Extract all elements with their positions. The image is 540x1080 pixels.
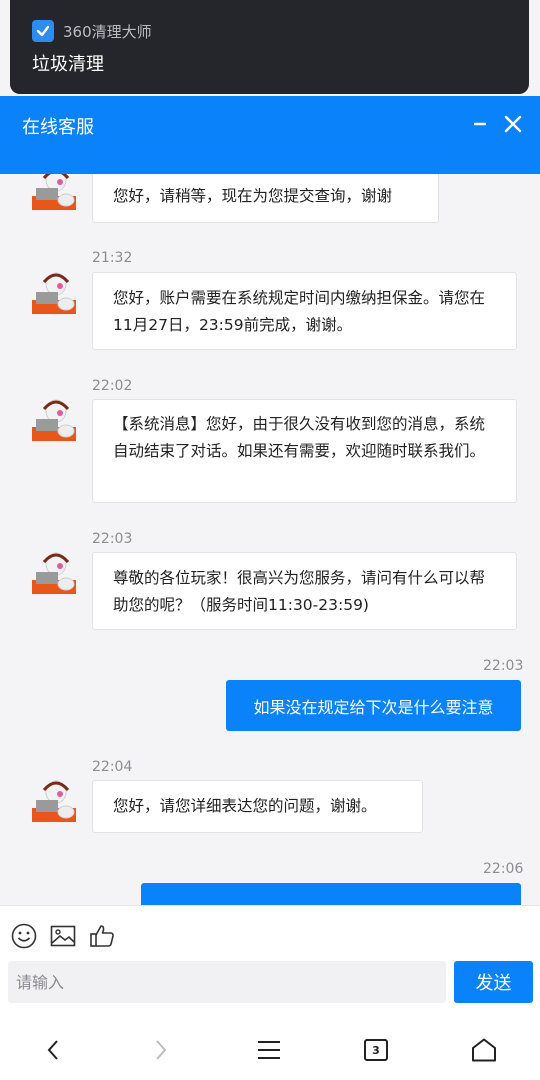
message-bubble: 尊敬的各位玩家！很高兴为您服务，请问有什么可以帮助您的呢？（服务时间11:30-… [92,552,517,630]
message-input[interactable] [8,961,446,1003]
notification-app-name: 360清理大师 [63,22,152,41]
tabs-icon: 3 [364,1039,388,1061]
notification-banner[interactable]: 360清理大师 垃圾清理 [10,0,529,94]
notification-title: 垃圾清理 [32,54,104,75]
message-time: 22:03 [92,531,133,547]
chat-header: 在线客服 [0,96,540,174]
menu-button[interactable] [252,1033,286,1067]
agent-avatar [32,174,76,210]
back-button[interactable] [37,1033,71,1067]
home-icon [472,1038,496,1062]
tabs-button[interactable]: 3 [359,1033,393,1067]
minimize-button[interactable] [466,110,494,138]
message-bubble-outgoing: 如果没在规定给下次是什么要注意 [226,680,521,731]
forward-button[interactable] [143,1033,177,1067]
emoji-icon[interactable] [10,922,38,950]
message-bubble: 您好，请您详细表达您的问题，谢谢。 [92,780,423,833]
close-button[interactable] [499,110,527,138]
message-bubble: 您好，请稍等，现在为您提交查询，谢谢 [92,174,439,223]
message-time: 22:03 [483,658,524,674]
message-bubble-outgoing [141,883,521,905]
close-icon [504,115,522,133]
message-time: 21:32 [92,250,133,266]
agent-avatar [32,780,76,822]
notification-app-row: 360清理大师 [32,20,152,42]
message-time: 22:04 [92,759,133,775]
chat-messages[interactable]: 您好，请稍等，现在为您提交查询，谢谢 21:32 您好，账户需要在系统规定时间内… [0,174,540,905]
tab-count: 3 [372,1043,380,1057]
message-time: 22:02 [92,378,133,394]
menu-icon [258,1041,280,1059]
agent-avatar [32,399,76,441]
home-button[interactable] [467,1033,501,1067]
send-button[interactable]: 发送 [454,961,533,1003]
message-bubble: 您好，账户需要在系统规定时间内缴纳担保金。请您在11月27日，23:59前完成，… [92,272,517,350]
page-title: 在线客服 [22,117,94,138]
message-time: 22:06 [483,861,524,877]
browser-nav-bar: 3 [0,1020,540,1080]
agent-avatar [32,552,76,594]
chevron-left-icon [47,1040,58,1060]
agent-avatar [32,272,76,314]
cleaner-app-icon [32,20,54,42]
thumbs-up-icon[interactable] [88,922,116,950]
chevron-right-icon [156,1040,167,1060]
minimize-icon [474,122,486,126]
image-icon[interactable] [49,922,77,950]
message-bubble: 【系统消息】您好，由于很久没有收到您的消息，系统自动结束了对话。如果还有需要，欢… [92,399,517,503]
